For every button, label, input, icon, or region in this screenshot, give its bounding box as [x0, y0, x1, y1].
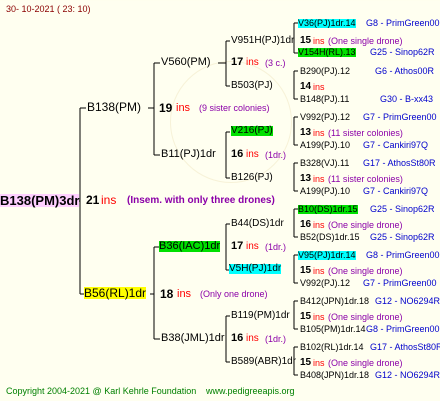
g4-org-3: G6 - Athos00R	[375, 66, 435, 76]
g3-h-ins-num: 15	[300, 357, 312, 368]
g3-d-ins-num: 13	[300, 173, 312, 184]
g4-queen-9[interactable]: B10(DS)1dr.15	[298, 205, 358, 214]
g3-b-ins-label: ins	[313, 82, 325, 92]
root-ins-num: 21	[86, 193, 100, 207]
mother-ins-num: 18	[160, 287, 174, 301]
g3-a-ins-label: ins	[313, 36, 325, 46]
g3-d-ins-label: ins	[313, 174, 325, 184]
g4-queen-14[interactable]: B105(PM)1dr.14	[300, 325, 366, 334]
g3-e-queen[interactable]: B44(DS)1dr	[231, 219, 284, 229]
g4-queen-2[interactable]: V154H(RL).13	[298, 48, 356, 57]
g4-queen-4[interactable]: B148(PJ).11	[300, 95, 349, 104]
g4-org-9: G25 - Sinop62R	[370, 204, 435, 214]
mf-ins-num: 17	[231, 240, 244, 252]
father-ins-num: 19	[159, 101, 173, 115]
g3-b-ins-num: 14	[300, 81, 312, 92]
g4-queen-6[interactable]: A199(PJ).10	[300, 141, 350, 150]
g3-f-note: (One single drone)	[328, 266, 403, 276]
father-ins-label: ins	[176, 102, 191, 114]
mf-note: (1dr.)	[265, 242, 287, 252]
g3-a-note: (One single drone)	[328, 36, 403, 46]
g4-org-14: G8 - PrimGreen00	[366, 324, 440, 334]
g3-h-note: (One single drone)	[328, 358, 403, 368]
father-note: (9 sister colonies)	[199, 103, 270, 113]
g3-c-ins-num: 13	[300, 127, 312, 138]
g4-queen-1[interactable]: V36(PJ)1dr.14	[298, 19, 356, 28]
g4-org-7: G17 - AthosSt80R	[363, 158, 436, 168]
g3-c-ins-label: ins	[313, 128, 325, 138]
g4-org-2: G25 - Sinop62R	[370, 47, 435, 57]
g4-org-15: G17 - AthosSt80R	[370, 342, 440, 352]
g3-d-note: (11 sister colonies)	[328, 174, 403, 184]
g3-g-ins-label: ins	[313, 312, 325, 322]
root-queen[interactable]: B138(PM)3dr	[0, 194, 80, 207]
g3-d-queen[interactable]: B126(PJ)	[231, 173, 273, 183]
g3-e-ins-label: ins	[313, 220, 325, 230]
g4-org-4: G30 - B-xx43	[380, 94, 434, 104]
g4-queen-10[interactable]: B52(DS)1dr.15	[300, 233, 360, 242]
site-link[interactable]: www.pedigreeapis.org	[206, 387, 295, 396]
g3-e-note: (One single drone)	[328, 220, 403, 230]
g3-b-queen[interactable]: B503(PJ)	[231, 81, 273, 91]
g3-f-queen[interactable]: V5H(PJ)1dr	[229, 264, 282, 274]
g4-queen-16[interactable]: B408(JPN)1dr.18	[300, 371, 369, 380]
g4-queen-7[interactable]: B328(VJ).11	[300, 159, 349, 168]
g4-org-13: G12 - NO6294R	[375, 296, 440, 306]
g4-org-12: G7 - PrimGreen00	[363, 278, 437, 288]
g3-c-note: (11 sister colonies)	[328, 128, 403, 138]
ff-ins-num: 17	[231, 56, 244, 68]
copyright-text: Copyright 2004-2021 @ Karl Kehrle Founda…	[6, 386, 197, 396]
g4-queen-15[interactable]: B102(RL)1dr.14	[300, 343, 364, 352]
g4-org-5: G7 - PrimGreen00	[363, 112, 437, 122]
g3-e-ins-num: 16	[300, 219, 312, 230]
g4-org-11: G8 - PrimGreen00	[366, 250, 440, 260]
g4-queen-11[interactable]: V95(PJ)1dr.14	[298, 251, 356, 260]
mother-ins-label: ins	[177, 288, 192, 300]
g4-queen-8[interactable]: A199(PJ).10	[300, 187, 350, 196]
g4-queen-12[interactable]: V992(PJ).12	[300, 279, 350, 288]
report-date: 30- 10-2021 ( 23: 10)	[6, 4, 91, 14]
mf-queen[interactable]: B36(IAC)1dr	[159, 241, 221, 252]
fm-note: (1dr.)	[265, 150, 287, 160]
mm-note: (1dr.)	[265, 334, 287, 344]
root-note: (Insem. with only three drones)	[127, 195, 275, 206]
g4-queen-13[interactable]: B412(JPN)1dr.18	[300, 297, 369, 306]
g3-c-queen[interactable]: V216(PJ)	[231, 126, 273, 136]
g3-g-ins-num: 15	[300, 311, 312, 322]
g3-f-ins-label: ins	[313, 266, 325, 276]
pedigree-chart: 30- 10-2021 ( 23: 10) B138(PM)3dr 21 ins…	[0, 0, 440, 401]
ff-queen[interactable]: V560(PM)	[161, 57, 211, 68]
mm-ins-label: ins	[246, 333, 259, 344]
ff-ins-label: ins	[246, 57, 259, 68]
g3-a-ins-num: 15	[300, 35, 312, 46]
g4-org-16: G12 - NO6294R	[375, 370, 440, 380]
mm-ins-num: 16	[231, 332, 244, 344]
g4-org-6: G7 - Cankiri97Q	[363, 140, 429, 150]
fm-queen[interactable]: B11(PJ)1dr	[161, 149, 216, 160]
g3-h-queen[interactable]: B589(ABR)1dr	[231, 357, 296, 367]
g3-h-ins-label: ins	[313, 358, 325, 368]
fm-ins-num: 16	[231, 148, 244, 160]
mother-note: (Only one drone)	[200, 289, 268, 299]
g3-f-ins-num: 15	[300, 265, 312, 276]
root-ins-label: ins	[101, 193, 117, 207]
mother-queen[interactable]: B56(RL)1dr	[84, 287, 147, 299]
g4-org-8: G7 - Cankiri97Q	[363, 186, 429, 196]
g3-g-queen[interactable]: B119(PM)1dr	[231, 311, 290, 321]
father-queen[interactable]: B138(PM)	[87, 101, 141, 113]
g3-a-queen[interactable]: V951H(PJ)1dr	[231, 36, 294, 46]
mf-ins-label: ins	[246, 241, 259, 252]
g4-queen-3[interactable]: B290(PJ).12	[300, 67, 350, 76]
g4-queen-5[interactable]: V992(PJ).12	[300, 113, 350, 122]
g4-org-1: G8 - PrimGreen00	[366, 18, 440, 28]
g3-g-note: (One single drone)	[328, 312, 403, 322]
mm-queen[interactable]: B38(JML)1dr	[161, 333, 225, 344]
fm-ins-label: ins	[246, 149, 259, 160]
ff-note: (3 c.)	[265, 58, 286, 68]
g4-org-10: G25 - Sinop62R	[370, 232, 435, 242]
